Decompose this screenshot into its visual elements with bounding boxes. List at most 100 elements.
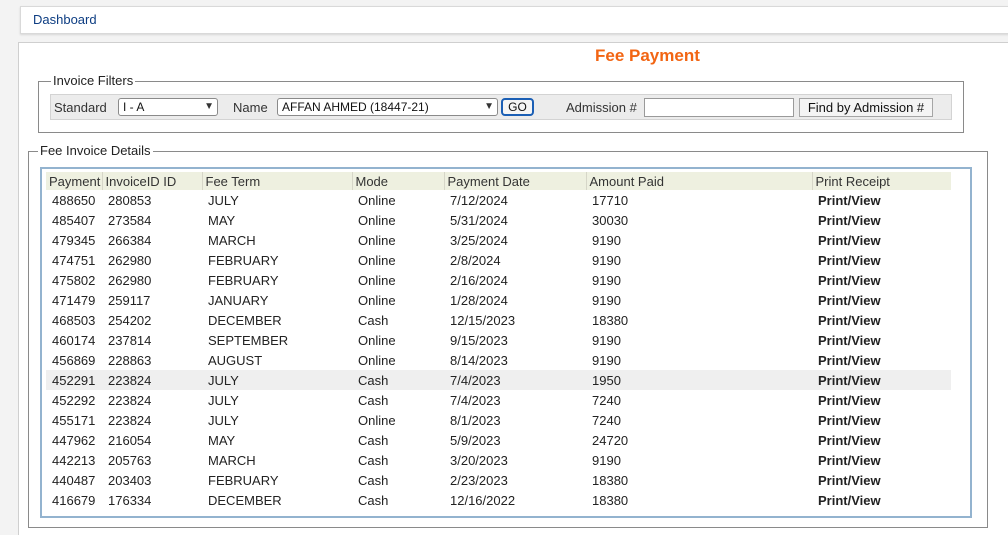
cell-mode: Online — [358, 212, 396, 228]
cell-fee-term: FEBRUARY — [208, 252, 279, 268]
fee-invoice-details-legend: Fee Invoice Details — [38, 143, 153, 158]
cell-amount-paid: 9190 — [592, 452, 621, 468]
print-view-link[interactable]: Print/View — [812, 250, 951, 270]
cell-payment: 452291 — [46, 370, 102, 390]
cell-invoice-id: 223824 — [108, 392, 152, 408]
table-row: 474751 262980 FEBRUARY Online 2/8/2024 9190 Pr… — [46, 250, 951, 270]
table-row: 468503 254202 DECEMBER Cash 12/15/2023 18380 P… — [46, 310, 951, 330]
page-title: Fee Payment — [595, 46, 700, 65]
cell-amount-paid: 9190 — [592, 272, 621, 288]
cell-payment: 485407 — [52, 212, 96, 228]
standard-select-value: I - A — [123, 100, 145, 114]
cell-amount-paid: 7240 — [592, 412, 621, 428]
cell-fee-term: MAY — [208, 212, 236, 228]
cell-fee-term: JULY — [202, 370, 352, 390]
cell-invoice-id: 262980 — [108, 272, 152, 288]
column-header-payment: Payment — [46, 172, 102, 190]
print-view-link[interactable]: Print/View — [812, 230, 951, 250]
print-view-link[interactable]: Print/View — [812, 450, 951, 470]
cell-amount-paid: 17710 — [592, 192, 629, 208]
print-view-link[interactable]: Print/View — [812, 270, 951, 290]
cell-fee-term: MAY — [208, 432, 236, 448]
name-select[interactable]: AFFAN AHMED (18447-21) ▼ — [277, 98, 498, 116]
cell-fee-term: JULY — [208, 192, 239, 208]
cell-payment-date: 8/1/2023 — [450, 412, 501, 428]
print-view-link[interactable]: Print/View — [812, 470, 951, 490]
cell-mode: Cash — [358, 312, 389, 328]
cell-fee-term: DECEMBER — [208, 312, 282, 328]
table-row: 442213 205763 MARCH Cash 3/20/2023 9190 Print/… — [46, 450, 951, 470]
print-view-link[interactable]: Print/View — [812, 370, 951, 390]
cell-amount-paid: 9190 — [592, 352, 621, 368]
table-row: 479345 266384 MARCH Online 3/25/2024 9190 Prin… — [46, 230, 951, 250]
print-view-link[interactable]: Print/View — [812, 350, 951, 370]
cell-amount-paid: 18380 — [592, 312, 629, 328]
print-view-link[interactable]: Print/View — [812, 430, 951, 450]
cell-fee-term: MARCH — [208, 452, 256, 468]
cell-mode: Online — [358, 332, 396, 348]
cell-fee-term: JULY — [208, 392, 239, 408]
print-view-link[interactable]: Print/View — [812, 330, 951, 350]
find-by-admission-button[interactable]: Find by Admission # — [799, 98, 933, 117]
cell-fee-term: JANUARY — [208, 292, 269, 308]
cell-invoice-id: 273584 — [108, 212, 152, 228]
cell-payment: 479345 — [52, 232, 96, 248]
admission-input[interactable] — [644, 98, 794, 117]
cell-invoice-id: 237814 — [108, 332, 152, 348]
cell-payment-date: 5/31/2024 — [450, 212, 508, 228]
cell-payment: 474751 — [52, 252, 96, 268]
print-view-link[interactable]: Print/View — [812, 290, 951, 310]
cell-fee-term: FEBRUARY — [208, 272, 279, 288]
cell-mode: Cash — [358, 392, 389, 408]
table-header-row: Payment InvoiceID ID Fee Term Mode Payment D… — [46, 172, 951, 190]
column-header-mode: Mode — [351, 172, 444, 190]
cell-invoice-id: 254202 — [108, 312, 152, 328]
table-row: 460174 237814 SEPTEMBER Online 9/15/2023 9190… — [46, 330, 951, 350]
cell-mode: Online — [358, 272, 396, 288]
admission-label: Admission # — [566, 100, 637, 115]
dashboard-link[interactable]: Dashboard — [33, 12, 97, 27]
cell-invoice-id: 216054 — [108, 432, 152, 448]
cell-payment-date: 3/25/2024 — [450, 232, 508, 248]
print-view-link[interactable]: Print/View — [812, 390, 951, 410]
print-view-link[interactable]: Print/View — [812, 490, 951, 510]
cell-payment-date: 9/15/2023 — [450, 332, 508, 348]
cell-invoice-id: 223824 — [102, 370, 202, 390]
print-view-link[interactable]: Print/View — [812, 410, 951, 430]
cell-fee-term: MARCH — [208, 232, 256, 248]
cell-payment: 447962 — [52, 432, 96, 448]
table-row: 488650 280853 JULY Online 7/12/2024 17710 Prin… — [46, 190, 951, 210]
cell-invoice-id: 223824 — [108, 412, 152, 428]
standard-select[interactable]: I - A ▼ — [118, 98, 218, 116]
cell-payment-date: 2/16/2024 — [450, 272, 508, 288]
invoice-filters-legend: Invoice Filters — [51, 73, 136, 88]
cell-payment: 488650 — [52, 192, 96, 208]
cell-payment: 475802 — [52, 272, 96, 288]
cell-mode: Cash — [358, 432, 389, 448]
cell-fee-term: JULY — [208, 412, 239, 428]
cell-amount-paid: 9190 — [592, 332, 621, 348]
cell-amount-paid: 9190 — [592, 292, 621, 308]
print-view-link[interactable]: Print/View — [812, 310, 951, 330]
cell-amount-paid: 30030 — [592, 212, 629, 228]
cell-amount-paid: 18380 — [592, 492, 629, 508]
invoice-grid[interactable]: Payment InvoiceID ID Fee Term Mode Payment D… — [40, 167, 972, 518]
top-nav-bar: Dashboard — [20, 6, 1008, 34]
table-row: 456869 228863 AUGUST Online 8/14/2023 9190 Pri… — [46, 350, 951, 370]
cell-invoice-id: 280853 — [108, 192, 152, 208]
cell-amount-paid: 9190 — [592, 252, 621, 268]
cell-invoice-id: 262980 — [108, 252, 152, 268]
table-row: 416679 176334 DECEMBER Cash 12/16/2022 18380 P… — [46, 490, 951, 510]
go-button[interactable]: GO — [501, 98, 534, 116]
cell-amount-paid: 24720 — [592, 432, 629, 448]
print-view-link[interactable]: Print/View — [812, 210, 951, 230]
cell-payment: 452292 — [52, 392, 96, 408]
table-row: 455171 223824 JULY Online 8/1/2023 7240 Print/… — [46, 410, 951, 430]
chevron-down-icon: ▼ — [484, 101, 494, 112]
print-view-link[interactable]: Print/View — [812, 190, 951, 210]
cell-mode: Online — [358, 352, 396, 368]
cell-payment: 460174 — [52, 332, 96, 348]
cell-invoice-id: 203403 — [108, 472, 152, 488]
cell-mode: Online — [358, 252, 396, 268]
cell-mode: Cash — [358, 492, 389, 508]
